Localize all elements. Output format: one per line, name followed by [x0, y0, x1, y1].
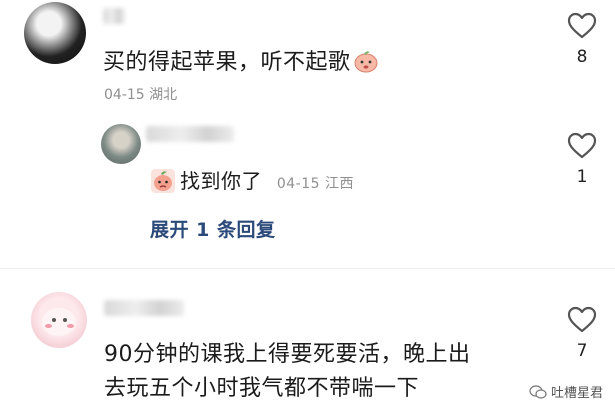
comment-text-line2: 去玩五个小时我气都不带喘一下	[104, 376, 420, 401]
blurred-username[interactable]	[104, 300, 184, 316]
like-count: 1	[576, 167, 588, 187]
comment-meta: 04-15 湖北	[104, 87, 178, 103]
watermark-text: 吐槽星君	[550, 386, 603, 401]
heart-icon	[567, 132, 597, 159]
peach-emoji-icon	[354, 51, 378, 73]
like-button[interactable]: 7	[564, 306, 600, 361]
reply-text-content: 找到你了	[180, 169, 262, 193]
blurred-username[interactable]	[146, 126, 234, 142]
like-count: 8	[576, 47, 588, 67]
divider	[0, 268, 615, 269]
reply-meta: 04-15 江西	[276, 176, 354, 192]
heart-icon	[567, 306, 597, 333]
commenter-avatar[interactable]	[31, 292, 87, 348]
expand-replies-link[interactable]: 展开 1 条回复	[150, 215, 275, 242]
cartoon-face	[42, 308, 76, 336]
blurred-username[interactable]	[103, 8, 125, 24]
wechat-icon	[529, 385, 547, 399]
reply-text: 找到你了 04-15 江西	[150, 165, 354, 194]
commenter-avatar[interactable]	[24, 2, 86, 64]
watermark: 吐槽星君	[529, 382, 603, 401]
like-button[interactable]: 1	[564, 132, 600, 187]
peach-sticker-icon	[151, 169, 175, 193]
reply-avatar[interactable]	[101, 124, 141, 164]
comment-text-content: 买的得起苹果，听不起歌	[103, 50, 351, 75]
heart-icon	[567, 12, 597, 39]
like-count: 7	[576, 341, 588, 361]
comment-text: 买的得起苹果，听不起歌	[103, 44, 379, 76]
like-button[interactable]: 8	[564, 12, 600, 67]
comment-text-line1: 90分钟的课我上得要死要活，晚上出	[104, 342, 471, 367]
